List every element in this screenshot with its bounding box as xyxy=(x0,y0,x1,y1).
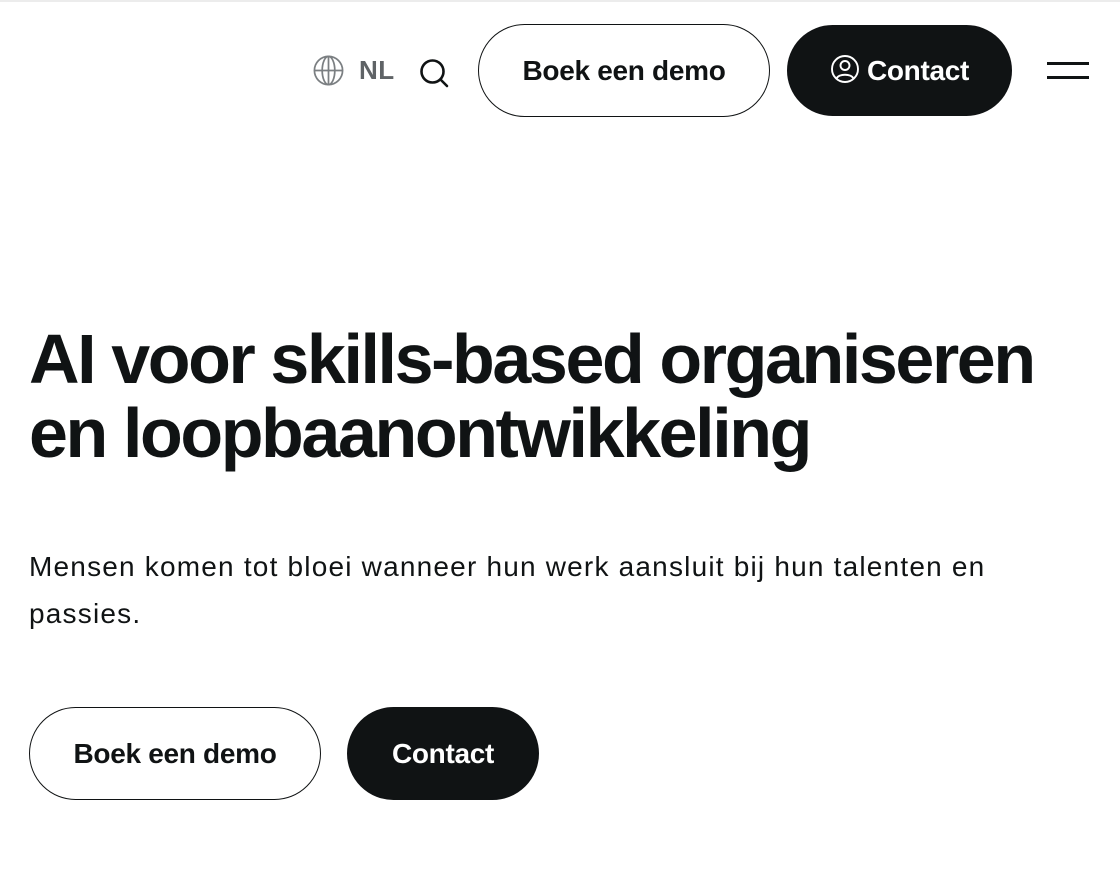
user-circle-icon xyxy=(830,54,860,84)
hero-book-demo-label: Boek een demo xyxy=(73,737,277,769)
site-header: NL Boek een demo Contact xyxy=(0,0,1120,140)
search-button[interactable] xyxy=(416,55,452,91)
hero-book-demo-button[interactable]: Boek een demo xyxy=(29,707,321,800)
hero-contact-label: Contact xyxy=(391,737,495,769)
hero-subtitle: Mensen komen tot bloei wanneer hun werk … xyxy=(29,551,986,629)
search-icon xyxy=(417,56,451,90)
header-book-demo-button[interactable]: Boek een demo xyxy=(478,24,770,117)
hero-contact-button[interactable]: Contact xyxy=(347,707,539,800)
hero-title: AI voor skills-based organiseren en loop… xyxy=(29,320,1036,472)
language-code: NL xyxy=(359,54,395,85)
header-contact-label: Contact xyxy=(866,54,970,86)
globe-icon xyxy=(312,54,345,87)
header-contact-button[interactable]: Contact xyxy=(787,25,1012,116)
menu-button[interactable] xyxy=(1044,56,1092,86)
header-book-demo-label: Boek een demo xyxy=(522,54,726,86)
language-switcher[interactable]: NL xyxy=(312,53,395,87)
